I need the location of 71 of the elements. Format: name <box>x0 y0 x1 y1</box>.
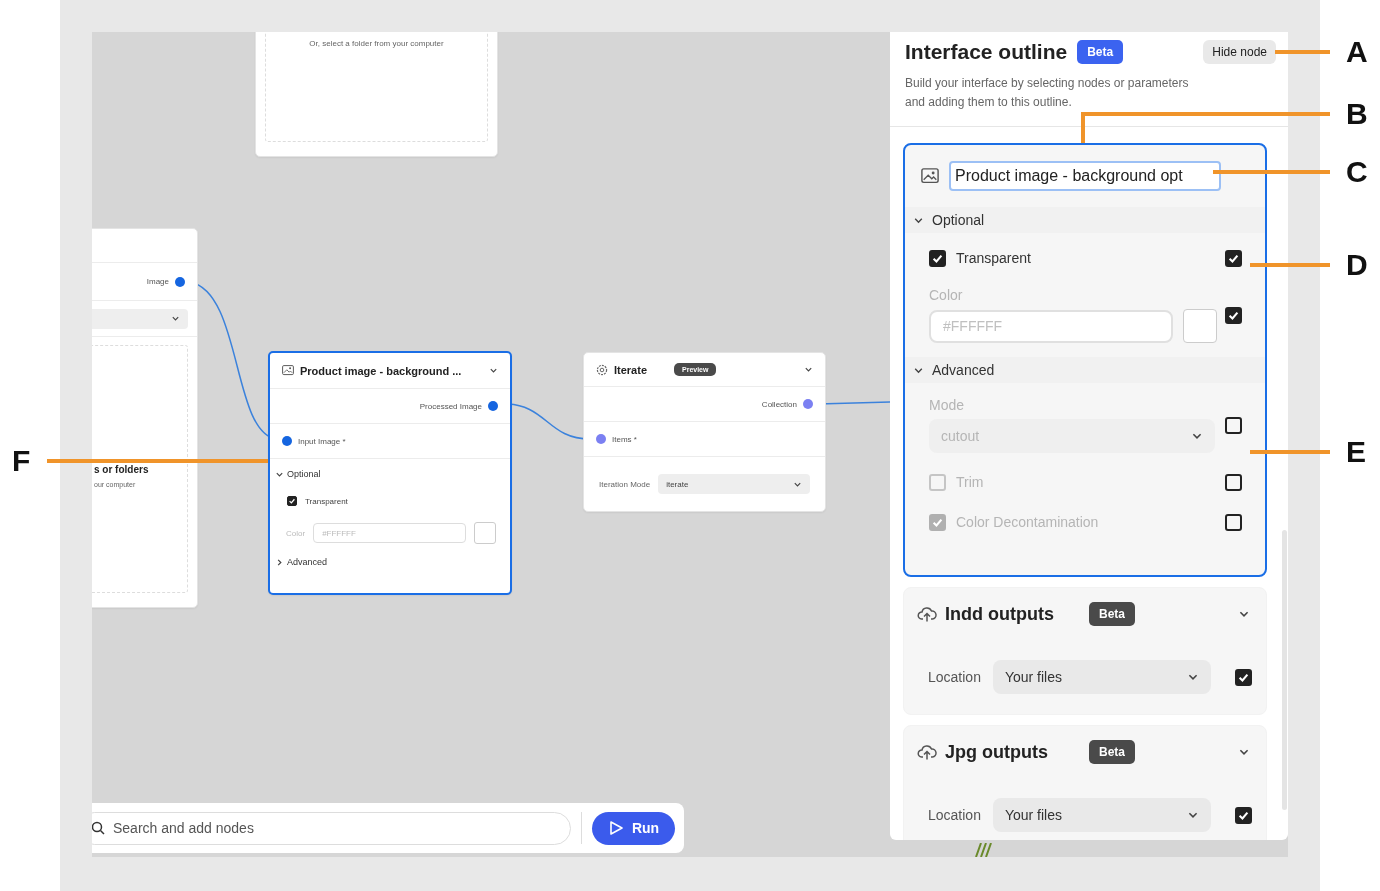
checkmark-icon <box>288 497 296 505</box>
port-label: Image <box>146 277 169 286</box>
color-swatch[interactable] <box>1183 309 1217 343</box>
beta-badge: Beta <box>1077 40 1124 64</box>
upload-node[interactable]: Or, select a folder from your computer <box>255 32 498 157</box>
play-icon <box>607 820 624 836</box>
output-port[interactable] <box>803 399 813 409</box>
callout-label: C <box>1346 157 1368 187</box>
leader-line <box>1275 50 1330 54</box>
checkbox-label: Transparent <box>305 496 348 506</box>
output-port[interactable] <box>488 401 498 411</box>
node-title: Product image - background ... <box>300 364 462 377</box>
chevron-icon <box>275 557 284 567</box>
stripes-drawing <box>974 843 994 857</box>
input-port[interactable] <box>282 436 292 446</box>
drop-title: s or folders <box>94 464 150 475</box>
run-button[interactable]: Run <box>592 811 675 845</box>
cloud-upload-icon <box>917 605 937 623</box>
section-header[interactable]: Optional <box>905 207 1265 233</box>
node-name-field[interactable]: Product image - background opt <box>949 161 1221 191</box>
drop-zone[interactable]: Or, select a folder from your computer <box>265 32 488 142</box>
include-checkbox[interactable] <box>1235 668 1252 686</box>
field-label: Location <box>928 807 981 823</box>
node-title: Iterate <box>614 363 649 376</box>
cloud-upload-icon <box>917 743 937 761</box>
image-icon <box>921 168 939 184</box>
chevron-icon <box>804 365 813 374</box>
gear-icon <box>596 363 608 376</box>
checkbox-label: Transparent <box>956 250 1031 266</box>
checkbox[interactable] <box>929 249 946 267</box>
location-select[interactable]: Your files <box>992 798 1211 832</box>
beta-badge: Beta <box>1089 740 1135 764</box>
port-label: Collection <box>761 399 797 409</box>
hide-node-button[interactable]: Hide node <box>1203 40 1276 64</box>
port-label: Processed Image <box>419 401 482 411</box>
location-select[interactable]: Your files <box>992 660 1211 694</box>
panel-title: Interface outline <box>905 40 1068 64</box>
field-label: Location <box>928 669 981 685</box>
field-label: Color <box>929 287 964 303</box>
checkbox-label: Trim <box>956 474 984 490</box>
scrollbar[interactable] <box>1282 530 1287 810</box>
output-title: Indd outputs <box>945 603 1055 625</box>
color-swatch[interactable] <box>474 522 496 544</box>
port-label: Items * <box>612 434 637 444</box>
checkbox-label: Color Decontamination <box>956 514 1099 530</box>
include-checkbox[interactable] <box>1235 806 1252 824</box>
checkbox[interactable] <box>287 496 297 506</box>
chevron-icon <box>489 366 498 375</box>
drop-hint: Or, select a folder from your computer <box>309 39 444 50</box>
field-label: Iteration Mode <box>599 479 651 489</box>
panel-description: Build your interface by selecting nodes or parameters and adding them to this outline. <box>905 75 1190 111</box>
callout-label: B <box>1346 99 1368 129</box>
port-label: Input Image * <box>298 436 346 446</box>
section-header[interactable]: Optional <box>275 465 496 483</box>
callout-label: D <box>1346 250 1368 280</box>
dropdown[interactable]: iterate <box>658 474 810 494</box>
output-title: Jpg outputs <box>945 741 1049 763</box>
input-port[interactable] <box>596 434 606 444</box>
section-header[interactable]: Advanced <box>275 553 496 571</box>
chevron-icon <box>171 314 180 323</box>
search-icon <box>92 821 105 835</box>
include-checkbox[interactable] <box>1225 249 1242 267</box>
callout-label: F <box>12 446 31 476</box>
beta-badge: Beta <box>1089 602 1135 626</box>
output-port[interactable] <box>175 276 185 287</box>
section-header[interactable]: Advanced <box>905 357 1265 383</box>
search-field[interactable]: Search and add nodes <box>92 811 571 845</box>
callout-label: E <box>1346 437 1366 467</box>
image-icon <box>282 365 294 376</box>
field-label: Mode <box>929 397 966 413</box>
callout-label: A <box>1346 37 1368 67</box>
